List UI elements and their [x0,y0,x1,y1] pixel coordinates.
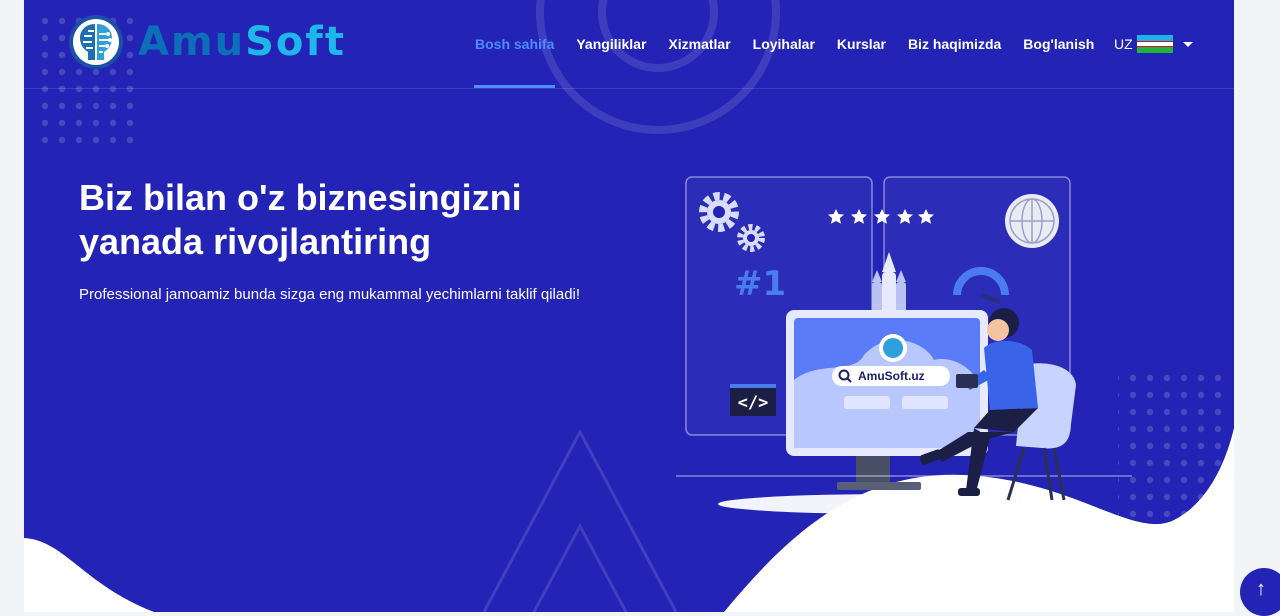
language-code: UZ [1114,36,1133,52]
illustration-search-text: AmuSoft.uz [858,369,925,383]
nav-about[interactable]: Biz haqimizda [897,0,1012,88]
uzbekistan-flag-icon [1136,35,1173,53]
code-tag-text: </> [738,393,769,413]
brain-logo-icon [69,15,123,69]
brand-name: AmuSoft [138,19,346,65]
globe-icon [1005,194,1059,248]
code-icon: </> [730,384,776,416]
nav-contact[interactable]: Bog'lanish [1012,0,1105,88]
deco-triangle-inner [532,522,628,612]
wave-left [24,538,154,612]
arrow-up-icon: ↑ [1256,578,1266,600]
brand-logo[interactable]: AmuSoft [68,14,346,70]
hero-subtitle: Professional jamoamiz bunda sizga eng mu… [79,286,581,303]
chevron-down-icon [1182,41,1193,47]
nav-home[interactable]: Bosh sahifa [464,0,565,88]
main-nav: Bosh sahifa Yangiliklar Xizmatlar Loyiha… [464,0,1105,88]
nav-services[interactable]: Xizmatlar [657,0,741,88]
hero-illustration: #1 AmuSoft.uz </> [676,176,1132,514]
scroll-to-top-button[interactable]: ↑ [1240,568,1280,616]
hero-section: AmuSoft Bosh sahifa Yangiliklar Xizmatla… [24,0,1234,612]
rank-label: #1 [734,264,786,304]
brand-name-part1: Amu [138,19,246,65]
nav-news[interactable]: Yangiliklar [565,0,657,88]
language-selector[interactable]: UZ [1114,30,1193,58]
brand-name-part2: Soft [245,19,346,65]
hero-headline: Biz bilan o'z biznesingizni yanada rivoj… [79,177,522,262]
header: AmuSoft Bosh sahifa Yangiliklar Xizmatla… [24,0,1234,89]
nav-projects[interactable]: Loyihalar [742,0,826,88]
nav-courses[interactable]: Kurslar [826,0,897,88]
